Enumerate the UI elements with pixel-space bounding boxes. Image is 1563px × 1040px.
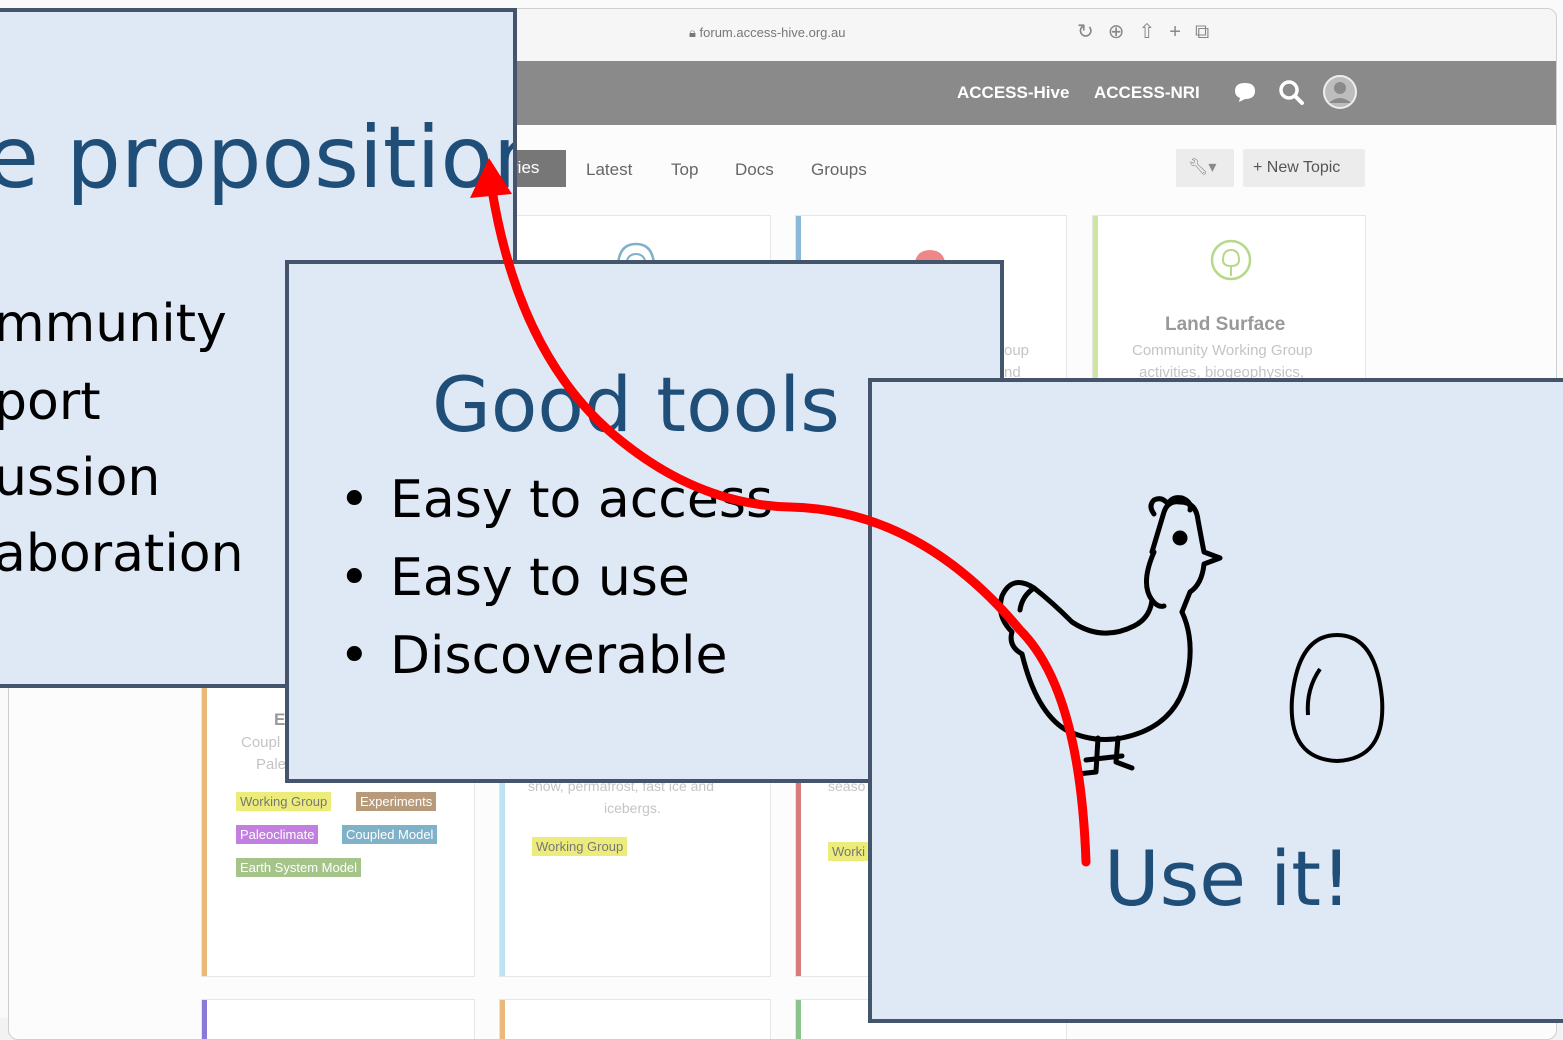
- red-arrow-icon: [470, 158, 1091, 867]
